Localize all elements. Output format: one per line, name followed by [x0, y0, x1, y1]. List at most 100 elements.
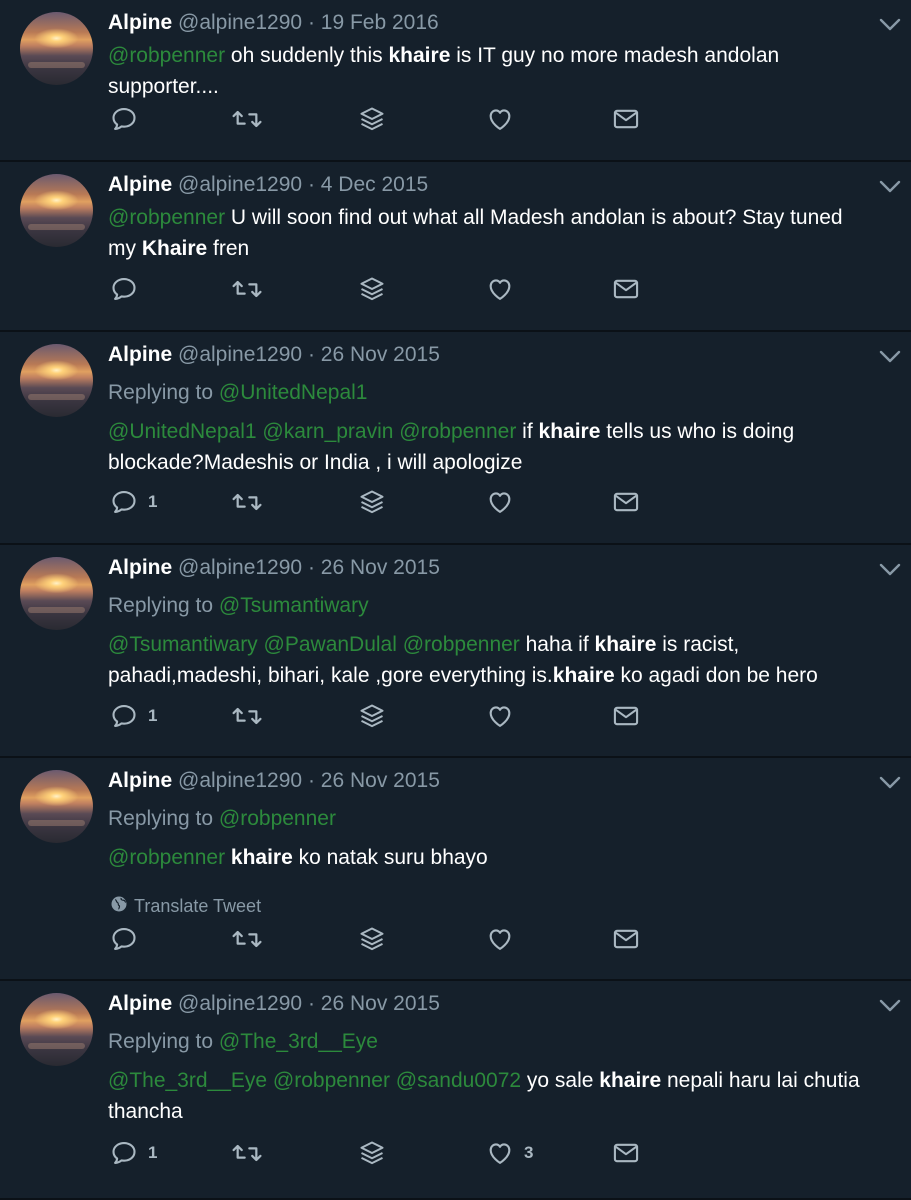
chevron-down-icon[interactable]	[879, 776, 901, 790]
handle[interactable]: @alpine1290	[178, 173, 302, 196]
like-icon	[486, 275, 514, 303]
mention-link[interactable]: @robpenner	[108, 206, 225, 229]
retweet-button[interactable]	[230, 1138, 264, 1168]
tweet-date[interactable]: 26 Nov 2015	[321, 992, 440, 1015]
like-icon	[486, 702, 514, 730]
replying-to-mention[interactable]: @Tsumantiwary	[219, 594, 369, 617]
stack-button[interactable]	[358, 924, 386, 954]
handle[interactable]: @alpine1290	[178, 11, 302, 34]
tweet-content: Alpine @alpine1290 · 26 Nov 2015 Replying…	[108, 768, 871, 873]
tweet[interactable]: Alpine @alpine1290 · 4 Dec 2015 @robpenne…	[0, 162, 911, 332]
tweet-date[interactable]: 4 Dec 2015	[321, 173, 428, 196]
direct-message-button[interactable]	[612, 274, 640, 304]
stack-button[interactable]	[358, 274, 386, 304]
reply-button[interactable]	[110, 104, 138, 134]
replying-to-mention[interactable]: @robpenner	[219, 807, 336, 830]
display-name[interactable]: Alpine	[108, 11, 172, 34]
stack-button[interactable]	[358, 487, 386, 517]
replying-to-mention[interactable]: @The_3rd__Eye	[219, 1030, 378, 1053]
retweet-icon	[230, 1139, 264, 1167]
avatar[interactable]	[20, 344, 93, 417]
direct-message-button[interactable]	[612, 104, 640, 134]
tweet-date[interactable]: 19 Feb 2016	[321, 11, 439, 34]
tweet-text-segment: oh suddenly this	[225, 44, 389, 67]
direct-message-button[interactable]	[612, 924, 640, 954]
handle[interactable]: @alpine1290	[178, 556, 302, 579]
avatar[interactable]	[20, 12, 93, 85]
reply-button[interactable]	[110, 274, 138, 304]
mention-link[interactable]: @robpenner	[108, 846, 225, 869]
avatar[interactable]	[20, 557, 93, 630]
display-name[interactable]: Alpine	[108, 343, 172, 366]
like-button[interactable]	[486, 487, 514, 517]
tweet-date[interactable]: 26 Nov 2015	[321, 769, 440, 792]
handle[interactable]: @alpine1290	[178, 343, 302, 366]
chevron-down-icon[interactable]	[879, 350, 901, 364]
reply-button[interactable]	[110, 924, 138, 954]
tweet-text: @robpenner khaire ko natak suru bhayo	[108, 842, 871, 873]
tweet-header: Alpine @alpine1290 · 19 Feb 2016	[108, 10, 871, 36]
direct-message-button[interactable]	[612, 701, 640, 731]
highlighted-keyword: khaire	[594, 633, 657, 656]
mention-link[interactable]: @UnitedNepal1 @karn_pravin @robpenner	[108, 420, 516, 443]
display-name[interactable]: Alpine	[108, 556, 172, 579]
tweet[interactable]: Alpine @alpine1290 · 26 Nov 2015 Replying…	[0, 981, 911, 1200]
stack-button[interactable]	[358, 104, 386, 134]
display-name[interactable]: Alpine	[108, 769, 172, 792]
avatar[interactable]	[20, 993, 93, 1066]
chevron-down-icon[interactable]	[879, 180, 901, 194]
tweet-actions: 1	[110, 701, 670, 731]
stack-button[interactable]	[358, 701, 386, 731]
like-button[interactable]	[486, 701, 514, 731]
stack-icon	[358, 105, 386, 133]
retweet-button[interactable]	[230, 701, 264, 731]
handle[interactable]: @alpine1290	[178, 992, 302, 1015]
reply-button[interactable]: 1	[110, 487, 157, 517]
tweet[interactable]: Alpine @alpine1290 · 19 Feb 2016 @robpenn…	[0, 0, 911, 162]
avatar[interactable]	[20, 174, 93, 247]
mail-icon	[612, 1139, 640, 1167]
handle[interactable]: @alpine1290	[178, 769, 302, 792]
display-name[interactable]: Alpine	[108, 173, 172, 196]
reply-button[interactable]: 1	[110, 1138, 157, 1168]
display-name[interactable]: Alpine	[108, 992, 172, 1015]
avatar[interactable]	[20, 770, 93, 843]
retweet-button[interactable]	[230, 487, 264, 517]
like-button[interactable]	[486, 104, 514, 134]
like-icon	[486, 925, 514, 953]
tweet-text-segment: if	[516, 420, 539, 443]
reply-icon	[110, 275, 138, 303]
like-button[interactable]	[486, 274, 514, 304]
tweet-text: @The_3rd__Eye @robpenner @sandu0072 yo s…	[108, 1065, 871, 1127]
replying-to-mention[interactable]: @UnitedNepal1	[219, 381, 368, 404]
mention-link[interactable]: @Tsumantiwary @PawanDulal @robpenner	[108, 633, 520, 656]
retweet-button[interactable]	[230, 104, 264, 134]
mention-link[interactable]: @The_3rd__Eye @robpenner @sandu0072	[108, 1069, 521, 1092]
tweet[interactable]: Alpine @alpine1290 · 26 Nov 2015 Replying…	[0, 332, 911, 545]
translate-tweet-link[interactable]: Translate Tweet	[110, 895, 261, 918]
chevron-down-icon[interactable]	[879, 563, 901, 577]
tweet[interactable]: Alpine @alpine1290 · 26 Nov 2015 Replying…	[0, 545, 911, 758]
stack-button[interactable]	[358, 1138, 386, 1168]
chevron-down-icon[interactable]	[879, 999, 901, 1013]
tweet-date[interactable]: 26 Nov 2015	[321, 343, 440, 366]
chevron-down-icon[interactable]	[879, 18, 901, 32]
tweet-content: Alpine @alpine1290 · 19 Feb 2016 @robpenn…	[108, 10, 871, 102]
like-button[interactable]: 3	[486, 1138, 533, 1168]
mention-link[interactable]: @robpenner	[108, 44, 225, 67]
mail-icon	[612, 275, 640, 303]
stack-icon	[358, 702, 386, 730]
retweet-button[interactable]	[230, 274, 264, 304]
tweet-date[interactable]: 26 Nov 2015	[321, 556, 440, 579]
direct-message-button[interactable]	[612, 487, 640, 517]
highlighted-keyword: khaire	[230, 846, 293, 869]
stack-icon	[358, 925, 386, 953]
highlighted-keyword: khaire	[552, 664, 615, 687]
direct-message-button[interactable]	[612, 1138, 640, 1168]
tweet[interactable]: Alpine @alpine1290 · 26 Nov 2015 Replying…	[0, 758, 911, 981]
reply-button[interactable]: 1	[110, 701, 157, 731]
like-button[interactable]	[486, 924, 514, 954]
mail-icon	[612, 925, 640, 953]
retweet-icon	[230, 275, 264, 303]
retweet-button[interactable]	[230, 924, 264, 954]
